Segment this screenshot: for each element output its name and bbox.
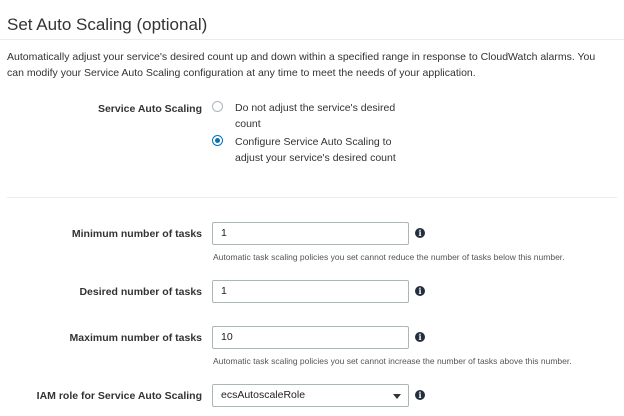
maximum-tasks-help: Automatic task scaling policies you set … (213, 356, 572, 366)
iam-role-select[interactable]: ecsAutoscaleRole (212, 384, 409, 407)
desired-tasks-input[interactable]: 1 (212, 280, 409, 303)
minimum-tasks-label: Minimum number of tasks (71, 228, 202, 240)
section-divider (7, 197, 617, 198)
iam-role-selected-value: ecsAutoscaleRole (221, 389, 306, 401)
section-description: Automatically adjust your service's desi… (7, 51, 596, 79)
radio-configure[interactable] (212, 135, 223, 146)
radio-option-configure[interactable]: Configure Service Auto Scaling to adjust… (212, 134, 405, 166)
info-icon[interactable]: i (415, 286, 425, 296)
title-divider (0, 39, 624, 40)
info-icon[interactable]: i (415, 332, 425, 342)
radio-option-do-not-adjust[interactable]: Do not adjust the service's desired coun… (212, 100, 405, 132)
page-title: Set Auto Scaling (optional) (7, 15, 208, 34)
radio-label-configure: Configure Service Auto Scaling to adjust… (235, 136, 396, 164)
maximum-tasks-input[interactable]: 10 (212, 326, 409, 349)
info-icon[interactable]: i (415, 390, 425, 400)
info-icon[interactable]: i (415, 228, 425, 238)
maximum-tasks-label: Maximum number of tasks (69, 332, 202, 344)
radio-do-not-adjust[interactable] (212, 101, 223, 112)
iam-role-label: IAM role for Service Auto Scaling (36, 390, 202, 402)
radio-label-do-not-adjust: Do not adjust the service's desired coun… (235, 102, 396, 130)
chevron-down-icon (393, 394, 401, 399)
desired-tasks-label: Desired number of tasks (79, 286, 202, 298)
minimum-tasks-help: Automatic task scaling policies you set … (213, 252, 565, 262)
service-auto-scaling-label: Service Auto Scaling (97, 103, 202, 115)
minimum-tasks-input[interactable]: 1 (212, 222, 409, 245)
